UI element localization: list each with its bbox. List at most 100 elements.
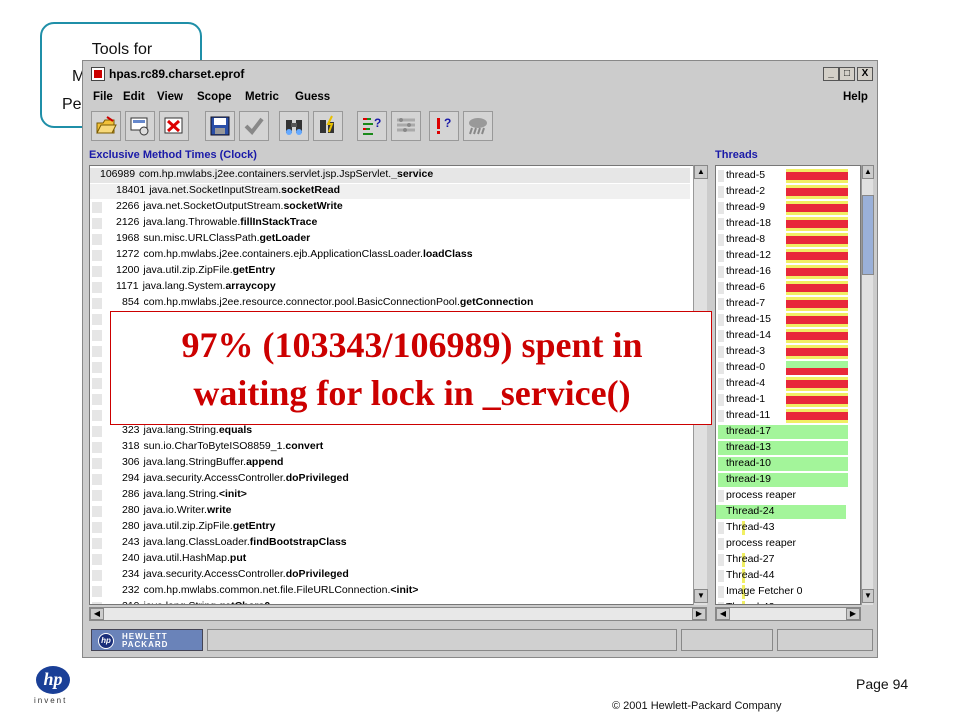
lightning-icon[interactable] [313, 111, 343, 141]
thread-row[interactable]: thread-8 [716, 232, 860, 248]
menu-edit[interactable]: Edit [123, 91, 145, 103]
method-row[interactable]: 280 java.io.Writer.write [90, 504, 690, 519]
scroll-right-arrow[interactable]: ▶ [846, 608, 860, 620]
threads-icon[interactable] [391, 111, 421, 141]
scroll-down-arrow[interactable]: ▼ [862, 589, 874, 603]
scroll-thumb[interactable] [862, 195, 874, 275]
method-row[interactable]: 854 com.hp.mwlabs.j2ee.resource.connector… [90, 296, 690, 311]
thread-row[interactable]: thread-6 [716, 280, 860, 296]
method-row[interactable]: 323 java.lang.String.equals [90, 424, 690, 439]
scroll-up-arrow[interactable]: ▲ [694, 165, 708, 179]
thread-row[interactable]: Image Fetcher 0 [716, 584, 860, 600]
thread-marker [718, 554, 724, 566]
checkmark-icon[interactable] [239, 111, 269, 141]
thread-list[interactable]: thread-5 thread-2 thread-9 thread-18 thread-… [715, 165, 861, 605]
thread-marker [718, 522, 724, 534]
method-row[interactable]: 1272 com.hp.mwlabs.j2ee.containers.ejb.Ap… [90, 248, 690, 263]
method-name: socketWrite [283, 200, 343, 212]
method-row[interactable]: 1968 sun.misc.URLClassPath.getLoader [90, 232, 690, 247]
method-row[interactable]: 2126 java.lang.Throwable.fillInStackTrace [90, 216, 690, 231]
method-row[interactable]: 18401 java.net.SocketInputStream.socketRe… [90, 184, 690, 199]
thread-row[interactable]: thread-1 [716, 392, 860, 408]
thread-row[interactable]: Thread-42 [716, 600, 860, 604]
scroll-left-arrow[interactable]: ◀ [716, 608, 730, 620]
method-class: java.lang.Throwable. [143, 216, 241, 228]
thread-row[interactable]: process reaper [716, 536, 860, 552]
thread-marker [718, 282, 724, 294]
method-row[interactable]: 280 java.util.zip.ZipFile.getEntry [90, 520, 690, 535]
thread-row[interactable]: Thread-43 [716, 520, 860, 536]
scroll-up-arrow[interactable]: ▲ [862, 165, 874, 179]
scroll-left-arrow[interactable]: ◀ [90, 608, 104, 620]
thread-row[interactable]: thread-7 [716, 296, 860, 312]
thread-row[interactable]: process reaper [716, 488, 860, 504]
method-row[interactable]: 1200 java.util.zip.ZipFile.getEntry [90, 264, 690, 279]
thread-row[interactable]: thread-4 [716, 376, 860, 392]
close-button[interactable]: X [857, 67, 873, 81]
method-name: getChars0 [219, 600, 270, 604]
save-icon[interactable] [205, 111, 235, 141]
method-row[interactable]: 2266 java.net.SocketOutputStream.socketWr… [90, 200, 690, 215]
menu-help[interactable]: Help [843, 91, 868, 103]
scroll-right-arrow[interactable]: ▶ [692, 608, 706, 620]
wizard-icon[interactable] [125, 111, 155, 141]
method-row[interactable]: 243 java.lang.ClassLoader.findBootstrapCl… [90, 536, 690, 551]
method-name: <init> [218, 488, 247, 500]
thread-row[interactable]: thread-16 [716, 264, 860, 280]
method-row[interactable]: 306 java.lang.StringBuffer.append [90, 456, 690, 471]
slide: Tools for M Pe hpas.rc89.charset.eprof _… [0, 0, 960, 720]
method-row[interactable]: 106989 com.hp.mwlabs.j2ee.containers.serv… [90, 168, 690, 183]
open-folder-icon[interactable] [91, 111, 121, 141]
thread-row[interactable]: thread-9 [716, 200, 860, 216]
menu-file[interactable]: File [93, 91, 113, 103]
menu-metric[interactable]: Metric [245, 91, 279, 103]
menu-guess[interactable]: Guess [295, 91, 330, 103]
window-titlebar[interactable]: hpas.rc89.charset.eprof _ □ X [85, 63, 875, 85]
thread-row[interactable]: thread-11 [716, 408, 860, 424]
thread-row[interactable]: Thread-44 [716, 568, 860, 584]
method-row[interactable]: 294 java.security.AccessController.doPriv… [90, 472, 690, 487]
scroll-down-arrow[interactable]: ▼ [694, 589, 708, 603]
exclaim-question-icon[interactable]: ? [429, 111, 459, 141]
thread-marker [718, 378, 724, 390]
threads-hscrollbar[interactable]: ◀ ▶ [715, 607, 861, 621]
thread-row[interactable]: thread-13 [716, 440, 860, 456]
thread-row[interactable]: thread-5 [716, 168, 860, 184]
binoculars-icon[interactable] [279, 111, 309, 141]
thread-row[interactable]: thread-18 [716, 216, 860, 232]
close-file-icon[interactable] [159, 111, 189, 141]
thread-row[interactable]: thread-19 [716, 472, 860, 488]
method-row[interactable]: 234 java.security.AccessController.doPriv… [90, 568, 690, 583]
maximize-button[interactable]: □ [839, 67, 855, 81]
thread-row[interactable]: Thread-24 [716, 504, 860, 520]
thread-row[interactable]: thread-12 [716, 248, 860, 264]
thread-row[interactable]: Thread-27 [716, 552, 860, 568]
menu-scope[interactable]: Scope [197, 91, 232, 103]
thread-marker [718, 570, 724, 582]
method-row[interactable]: 286 java.lang.String.<init> [90, 488, 690, 503]
method-row[interactable]: 318 sun.io.CharToByteISO8859_1.convert [90, 440, 690, 455]
thread-name: thread-7 [726, 297, 766, 309]
thread-row[interactable]: thread-2 [716, 184, 860, 200]
menu-view[interactable]: View [157, 91, 183, 103]
thread-row[interactable]: thread-14 [716, 328, 860, 344]
minimize-button[interactable]: _ [823, 67, 839, 81]
threads-vscrollbar[interactable]: ▲ ▼ [861, 165, 874, 605]
thread-row[interactable]: thread-17 [716, 424, 860, 440]
weather-icon[interactable] [463, 111, 493, 141]
thread-row[interactable]: thread-3 [716, 344, 860, 360]
time-bar [92, 586, 102, 597]
method-row[interactable]: 219 java.lang.String.getChars0 [90, 600, 690, 604]
thread-row[interactable]: thread-10 [716, 456, 860, 472]
method-class: java.util.zip.ZipFile. [143, 520, 233, 532]
method-row[interactable]: 240 java.util.HashMap.put [90, 552, 690, 567]
sort-question-icon[interactable]: ? [357, 111, 387, 141]
method-row[interactable]: 232 com.hp.mwlabs.common.net.file.FileURL… [90, 584, 690, 599]
method-hscrollbar[interactable]: ◀ ▶ [89, 607, 707, 621]
thread-name: thread-14 [726, 329, 771, 341]
method-row[interactable]: 1171 java.lang.System.arraycopy [90, 280, 690, 295]
thread-row[interactable]: thread-0 [716, 360, 860, 376]
thread-row[interactable]: thread-15 [716, 312, 860, 328]
method-count: 294 [122, 472, 140, 484]
method-name: put [229, 552, 247, 564]
